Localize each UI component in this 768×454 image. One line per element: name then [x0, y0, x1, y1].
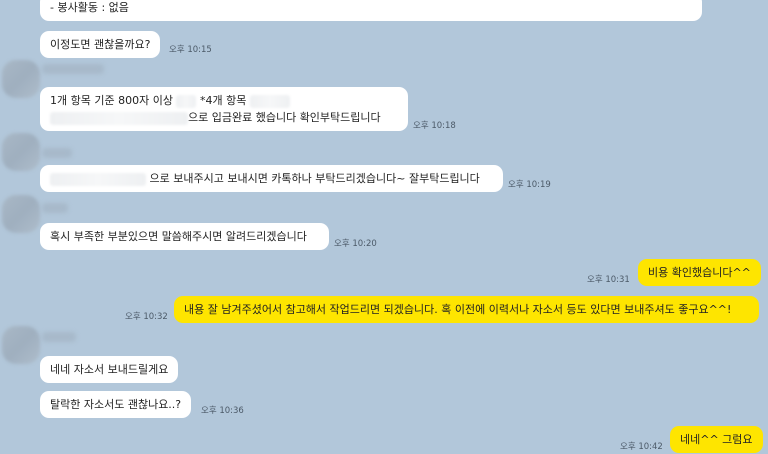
message-time: 오후 10:31: [587, 275, 630, 285]
message-bubble[interactable]: 네네 자소서 보내드릴게요: [40, 356, 179, 383]
sender-name: [42, 148, 72, 158]
message-text: 탈락한 자소서도 괜찮나요..?: [50, 398, 182, 411]
message-bubble[interactable]: 이정도면 괜찮을까요?: [40, 31, 161, 58]
message-text: 네네 자소서 보내드릴게요: [50, 363, 169, 376]
message-bubble[interactable]: - 봉사활동 : 없음: [40, 0, 702, 21]
message-time: 오후 10:15: [169, 45, 212, 55]
message-bubble[interactable]: 비용 확인했습니다^^: [638, 259, 761, 286]
avatar[interactable]: [2, 60, 40, 98]
message-text: 비용 확인했습니다^^: [648, 266, 751, 279]
message-time: 오후 10:32: [125, 312, 168, 322]
message-time: 오후 10:19: [508, 180, 551, 190]
sender-name: [42, 64, 104, 74]
message-time: 오후 10:42: [620, 442, 663, 452]
message-text: 으로 보내주시고 보내시면 카톡하나 부탁드리겠습니다~ 잘부탁드립니다: [149, 172, 480, 185]
message-bubble[interactable]: 으로 보내주시고 보내시면 카톡하나 부탁드리겠습니다~ 잘부탁드립니다: [40, 165, 503, 192]
redacted-text: [50, 172, 146, 186]
redacted-text: [249, 94, 290, 108]
message-text: 내용 잘 남겨주셨어서 참고해서 작업드리면 되겠습니다. 혹 이전에 이력서나…: [184, 303, 732, 316]
avatar[interactable]: [2, 133, 40, 171]
message-text-line: *4개 항목: [199, 94, 247, 107]
message-bubble[interactable]: 탈락한 자소서도 괜찮나요..?: [40, 391, 192, 418]
message-text: 네네^^ 그럼요: [680, 433, 753, 446]
message-text: - 봉사활동 : 없음: [50, 1, 129, 14]
message-bubble[interactable]: 1개 항목 기준 800자 이상 *4개 항목 으로 입금완료 했습니다 확인부…: [40, 87, 408, 131]
message-text: 혹시 부족한 부분있으면 말씀해주시면 알려드리겠습니다: [50, 230, 307, 243]
message-bubble[interactable]: 네네^^ 그럼요: [670, 426, 763, 453]
message-time: 오후 10:18: [413, 121, 456, 131]
redacted-text: [176, 94, 197, 108]
message-text-line: 1개 항목 기준 800자 이상: [50, 94, 173, 107]
message-time: 오후 10:20: [334, 239, 377, 249]
sender-name: [42, 332, 76, 342]
message-text: 이정도면 괜찮을까요?: [50, 38, 151, 51]
message-bubble[interactable]: 혹시 부족한 부분있으면 말씀해주시면 알려드리겠습니다: [40, 223, 329, 250]
avatar[interactable]: [2, 195, 40, 233]
message-text-line: 으로 입금완료 했습니다 확인부탁드립니다: [188, 111, 381, 124]
message-bubble[interactable]: 내용 잘 남겨주셨어서 참고해서 작업드리면 되겠습니다. 혹 이전에 이력서나…: [174, 296, 759, 323]
redacted-text: [50, 111, 188, 125]
sender-name: [42, 203, 68, 213]
message-time: 오후 10:36: [201, 406, 244, 416]
avatar[interactable]: [2, 326, 40, 364]
